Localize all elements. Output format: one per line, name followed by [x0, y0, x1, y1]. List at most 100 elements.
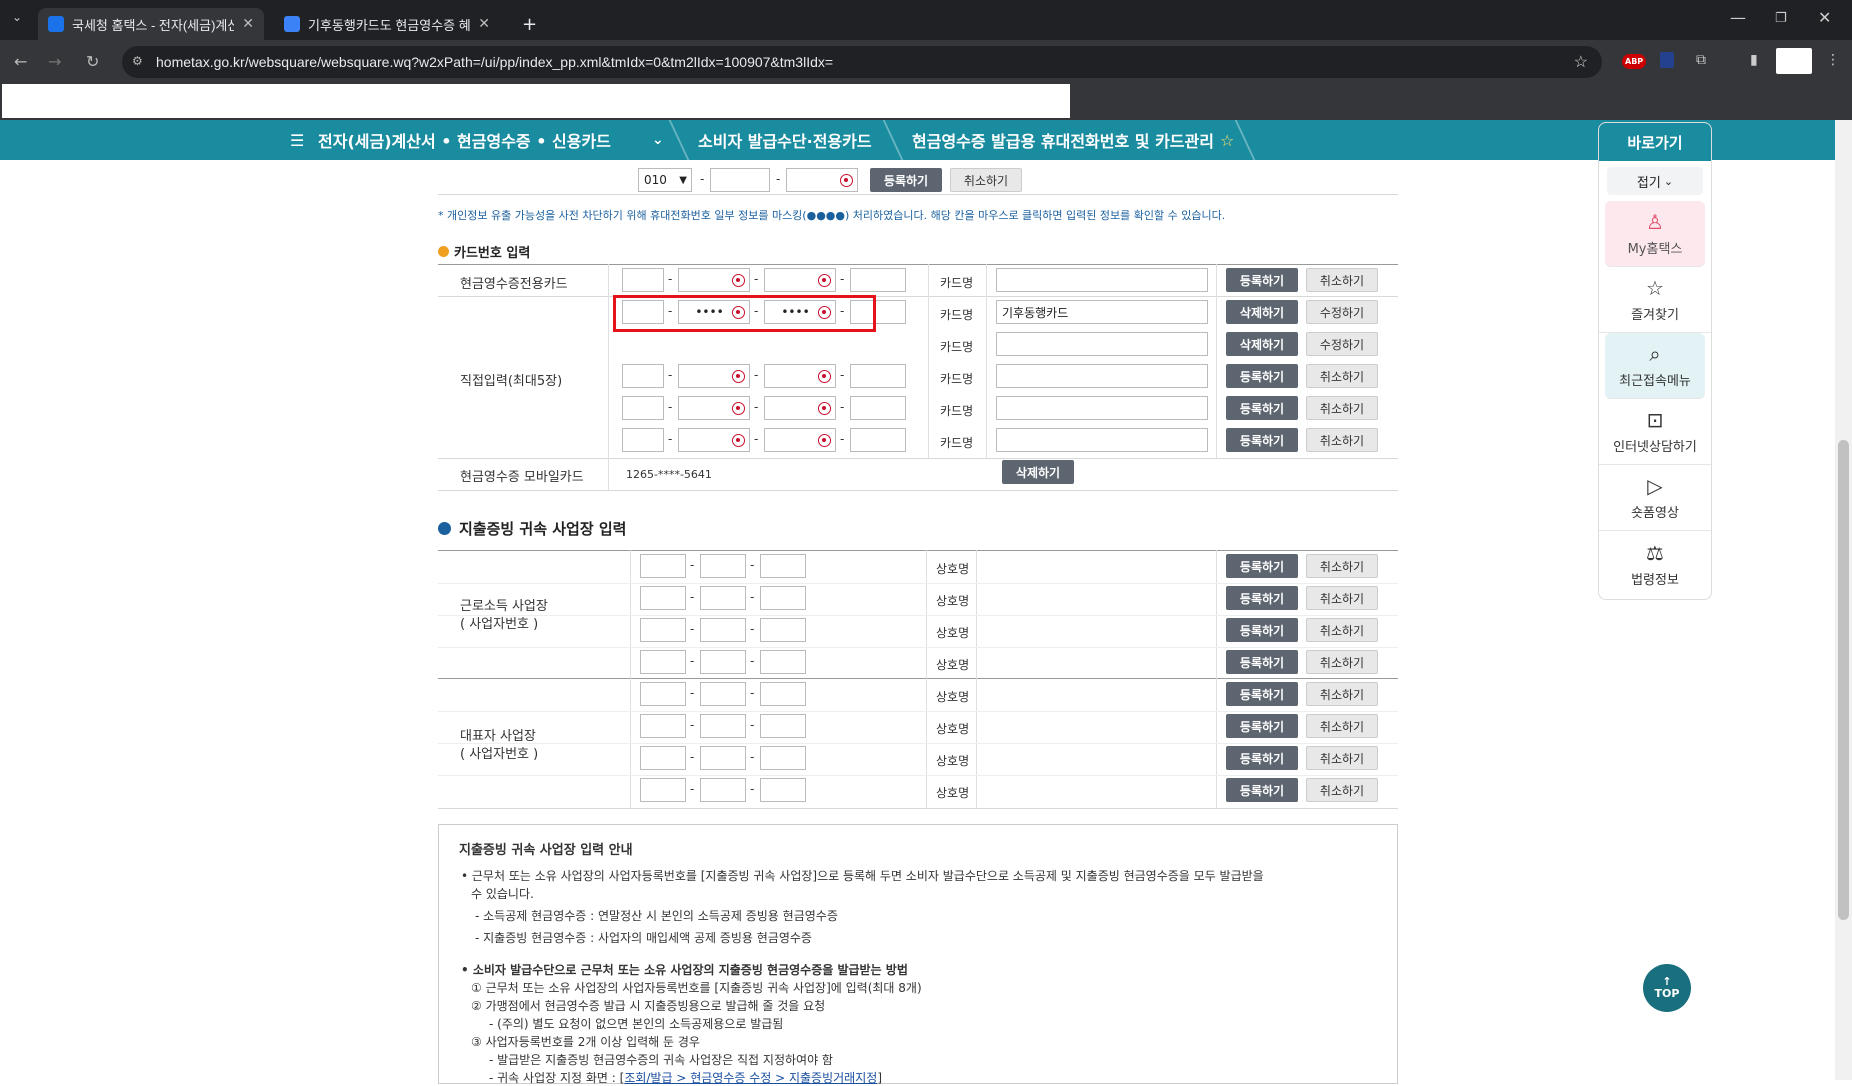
- phone-prefix-select[interactable]: 010 ▼: [638, 168, 692, 192]
- card-number-part3[interactable]: [764, 364, 836, 388]
- biz-number-part3[interactable]: [760, 682, 806, 706]
- card-number-part4[interactable]: [850, 428, 906, 452]
- restore-icon[interactable]: ❐: [1775, 11, 1787, 26]
- quick-item-myhometax[interactable]: ♙ My홈택스: [1605, 201, 1705, 267]
- quick-item-consult[interactable]: ⊡ 인터넷상담하기: [1599, 399, 1711, 465]
- reveal-eye-icon[interactable]: [818, 402, 831, 415]
- breadcrumb-level3[interactable]: 현금영수증 발급용 휴대전화번호 및 카드관리 ☆: [912, 120, 1234, 160]
- biz-number-part3[interactable]: [760, 714, 806, 738]
- reveal-eye-icon[interactable]: [818, 274, 831, 287]
- biz-number-part2[interactable]: [700, 650, 746, 674]
- card-number-part2[interactable]: [678, 428, 750, 452]
- card-cancel-button[interactable]: 취소하기: [1306, 268, 1378, 292]
- page-scrollbar[interactable]: [1835, 120, 1852, 1080]
- biz-cancel-button[interactable]: 취소하기: [1306, 554, 1378, 578]
- side-panel-icon[interactable]: ▮: [1750, 52, 1758, 68]
- extension-badge-icon[interactable]: [1660, 52, 1674, 68]
- close-tab-icon[interactable]: ✕: [242, 16, 254, 32]
- biz-cancel-button[interactable]: 취소하기: [1306, 778, 1378, 802]
- quick-item-recent[interactable]: ⌕ 최근접속메뉴: [1605, 333, 1705, 399]
- card-cancel-button[interactable]: 취소하기: [1306, 396, 1378, 420]
- biz-number-part2[interactable]: [700, 746, 746, 770]
- breadcrumb-level1[interactable]: 전자(세금)계산서 • 현금영수증 • 신용카드: [318, 120, 611, 160]
- phone-middle-input[interactable]: [710, 168, 770, 192]
- biz-number-part1[interactable]: [640, 618, 686, 642]
- biz-register-button[interactable]: 등록하기: [1226, 714, 1298, 738]
- close-tab-icon[interactable]: ✕: [478, 16, 490, 32]
- card-edit-button[interactable]: 수정하기: [1306, 332, 1378, 356]
- quick-item-law[interactable]: ⚖ 법령정보: [1599, 531, 1711, 597]
- biz-register-button[interactable]: 등록하기: [1226, 586, 1298, 610]
- card-number-part3[interactable]: [764, 268, 836, 292]
- card-register-button[interactable]: 등록하기: [1226, 396, 1298, 420]
- biz-number-part2[interactable]: [700, 586, 746, 610]
- biz-cancel-button[interactable]: 취소하기: [1306, 650, 1378, 674]
- reveal-eye-icon[interactable]: [732, 402, 745, 415]
- reload-icon[interactable]: ↻: [86, 52, 99, 71]
- url-field[interactable]: ⚙ hometax.go.kr/websquare/websquare.wq?w…: [122, 46, 1602, 78]
- card-cancel-button[interactable]: 취소하기: [1306, 364, 1378, 388]
- card-name-input[interactable]: [996, 268, 1208, 292]
- biz-number-part1[interactable]: [640, 586, 686, 610]
- biz-number-part2[interactable]: [700, 714, 746, 738]
- biz-number-part2[interactable]: [700, 778, 746, 802]
- card-register-button[interactable]: 등록하기: [1226, 268, 1298, 292]
- biz-number-part1[interactable]: [640, 746, 686, 770]
- quick-item-shorts[interactable]: ▷ 숏폼영상: [1599, 465, 1711, 531]
- card-number-part2[interactable]: [678, 268, 750, 292]
- phone-register-button[interactable]: 등록하기: [870, 168, 942, 192]
- tab-search-icon[interactable]: ⌄: [12, 10, 22, 24]
- biz-register-button[interactable]: 등록하기: [1226, 618, 1298, 642]
- card-edit-button[interactable]: 수정하기: [1306, 300, 1378, 324]
- biz-number-part2[interactable]: [700, 618, 746, 642]
- card-number-part3[interactable]: [764, 396, 836, 420]
- site-info-icon[interactable]: ⚙: [132, 54, 143, 68]
- reveal-eye-icon[interactable]: [732, 434, 745, 447]
- biz-register-button[interactable]: 등록하기: [1226, 778, 1298, 802]
- breadcrumb-level2[interactable]: 소비자 발급수단·전용카드: [698, 120, 872, 160]
- tab-climate-card[interactable]: 기후동행카드도 현금영수증 혜 ✕: [274, 8, 500, 40]
- card-number-part1[interactable]: [622, 428, 664, 452]
- card-name-input[interactable]: [996, 396, 1208, 420]
- biz-cancel-button[interactable]: 취소하기: [1306, 618, 1378, 642]
- fold-button[interactable]: 접기 ⌄: [1607, 167, 1703, 195]
- card-number-part4[interactable]: [850, 268, 906, 292]
- biz-register-button[interactable]: 등록하기: [1226, 554, 1298, 578]
- card-register-button[interactable]: 등록하기: [1226, 428, 1298, 452]
- scrollbar-thumb[interactable]: [1838, 440, 1849, 920]
- tab-hometax[interactable]: 국세청 홈택스 - 전자(세금)계산 ✕: [38, 8, 264, 40]
- biz-number-part1[interactable]: [640, 778, 686, 802]
- card-number-part4[interactable]: [850, 396, 906, 420]
- biz-number-part3[interactable]: [760, 554, 806, 578]
- card-number-part1[interactable]: [622, 268, 664, 292]
- back-icon[interactable]: ←: [14, 52, 27, 71]
- biz-number-part3[interactable]: [760, 778, 806, 802]
- biz-register-button[interactable]: 등록하기: [1226, 650, 1298, 674]
- browser-menu-icon[interactable]: ⋮: [1826, 52, 1840, 68]
- biz-number-part1[interactable]: [640, 650, 686, 674]
- biz-number-part3[interactable]: [760, 746, 806, 770]
- phone-last-input[interactable]: [786, 168, 858, 192]
- card-number-part1[interactable]: [622, 364, 664, 388]
- scroll-top-button[interactable]: ↑ TOP: [1643, 964, 1691, 1012]
- card-number-part1[interactable]: [622, 396, 664, 420]
- card-delete-button[interactable]: 삭제하기: [1226, 300, 1298, 324]
- card-number-part3[interactable]: [764, 428, 836, 452]
- biz-register-button[interactable]: 등록하기: [1226, 682, 1298, 706]
- reveal-eye-icon[interactable]: [818, 434, 831, 447]
- biz-cancel-button[interactable]: 취소하기: [1306, 586, 1378, 610]
- biz-register-button[interactable]: 등록하기: [1226, 746, 1298, 770]
- minimize-icon[interactable]: —: [1730, 8, 1746, 27]
- biz-cancel-button[interactable]: 취소하기: [1306, 714, 1378, 738]
- close-window-icon[interactable]: ✕: [1818, 8, 1831, 27]
- forward-icon[interactable]: →: [48, 52, 61, 71]
- card-number-part2[interactable]: [678, 364, 750, 388]
- phone-cancel-button[interactable]: 취소하기: [950, 168, 1022, 192]
- card-name-input[interactable]: 기후동행카드: [996, 300, 1208, 324]
- biz-number-part3[interactable]: [760, 618, 806, 642]
- bookmark-star-icon[interactable]: ☆: [1574, 52, 1588, 72]
- biz-number-part1[interactable]: [640, 682, 686, 706]
- biz-number-part2[interactable]: [700, 682, 746, 706]
- card-number-part2[interactable]: [678, 396, 750, 420]
- reveal-eye-icon[interactable]: [818, 370, 831, 383]
